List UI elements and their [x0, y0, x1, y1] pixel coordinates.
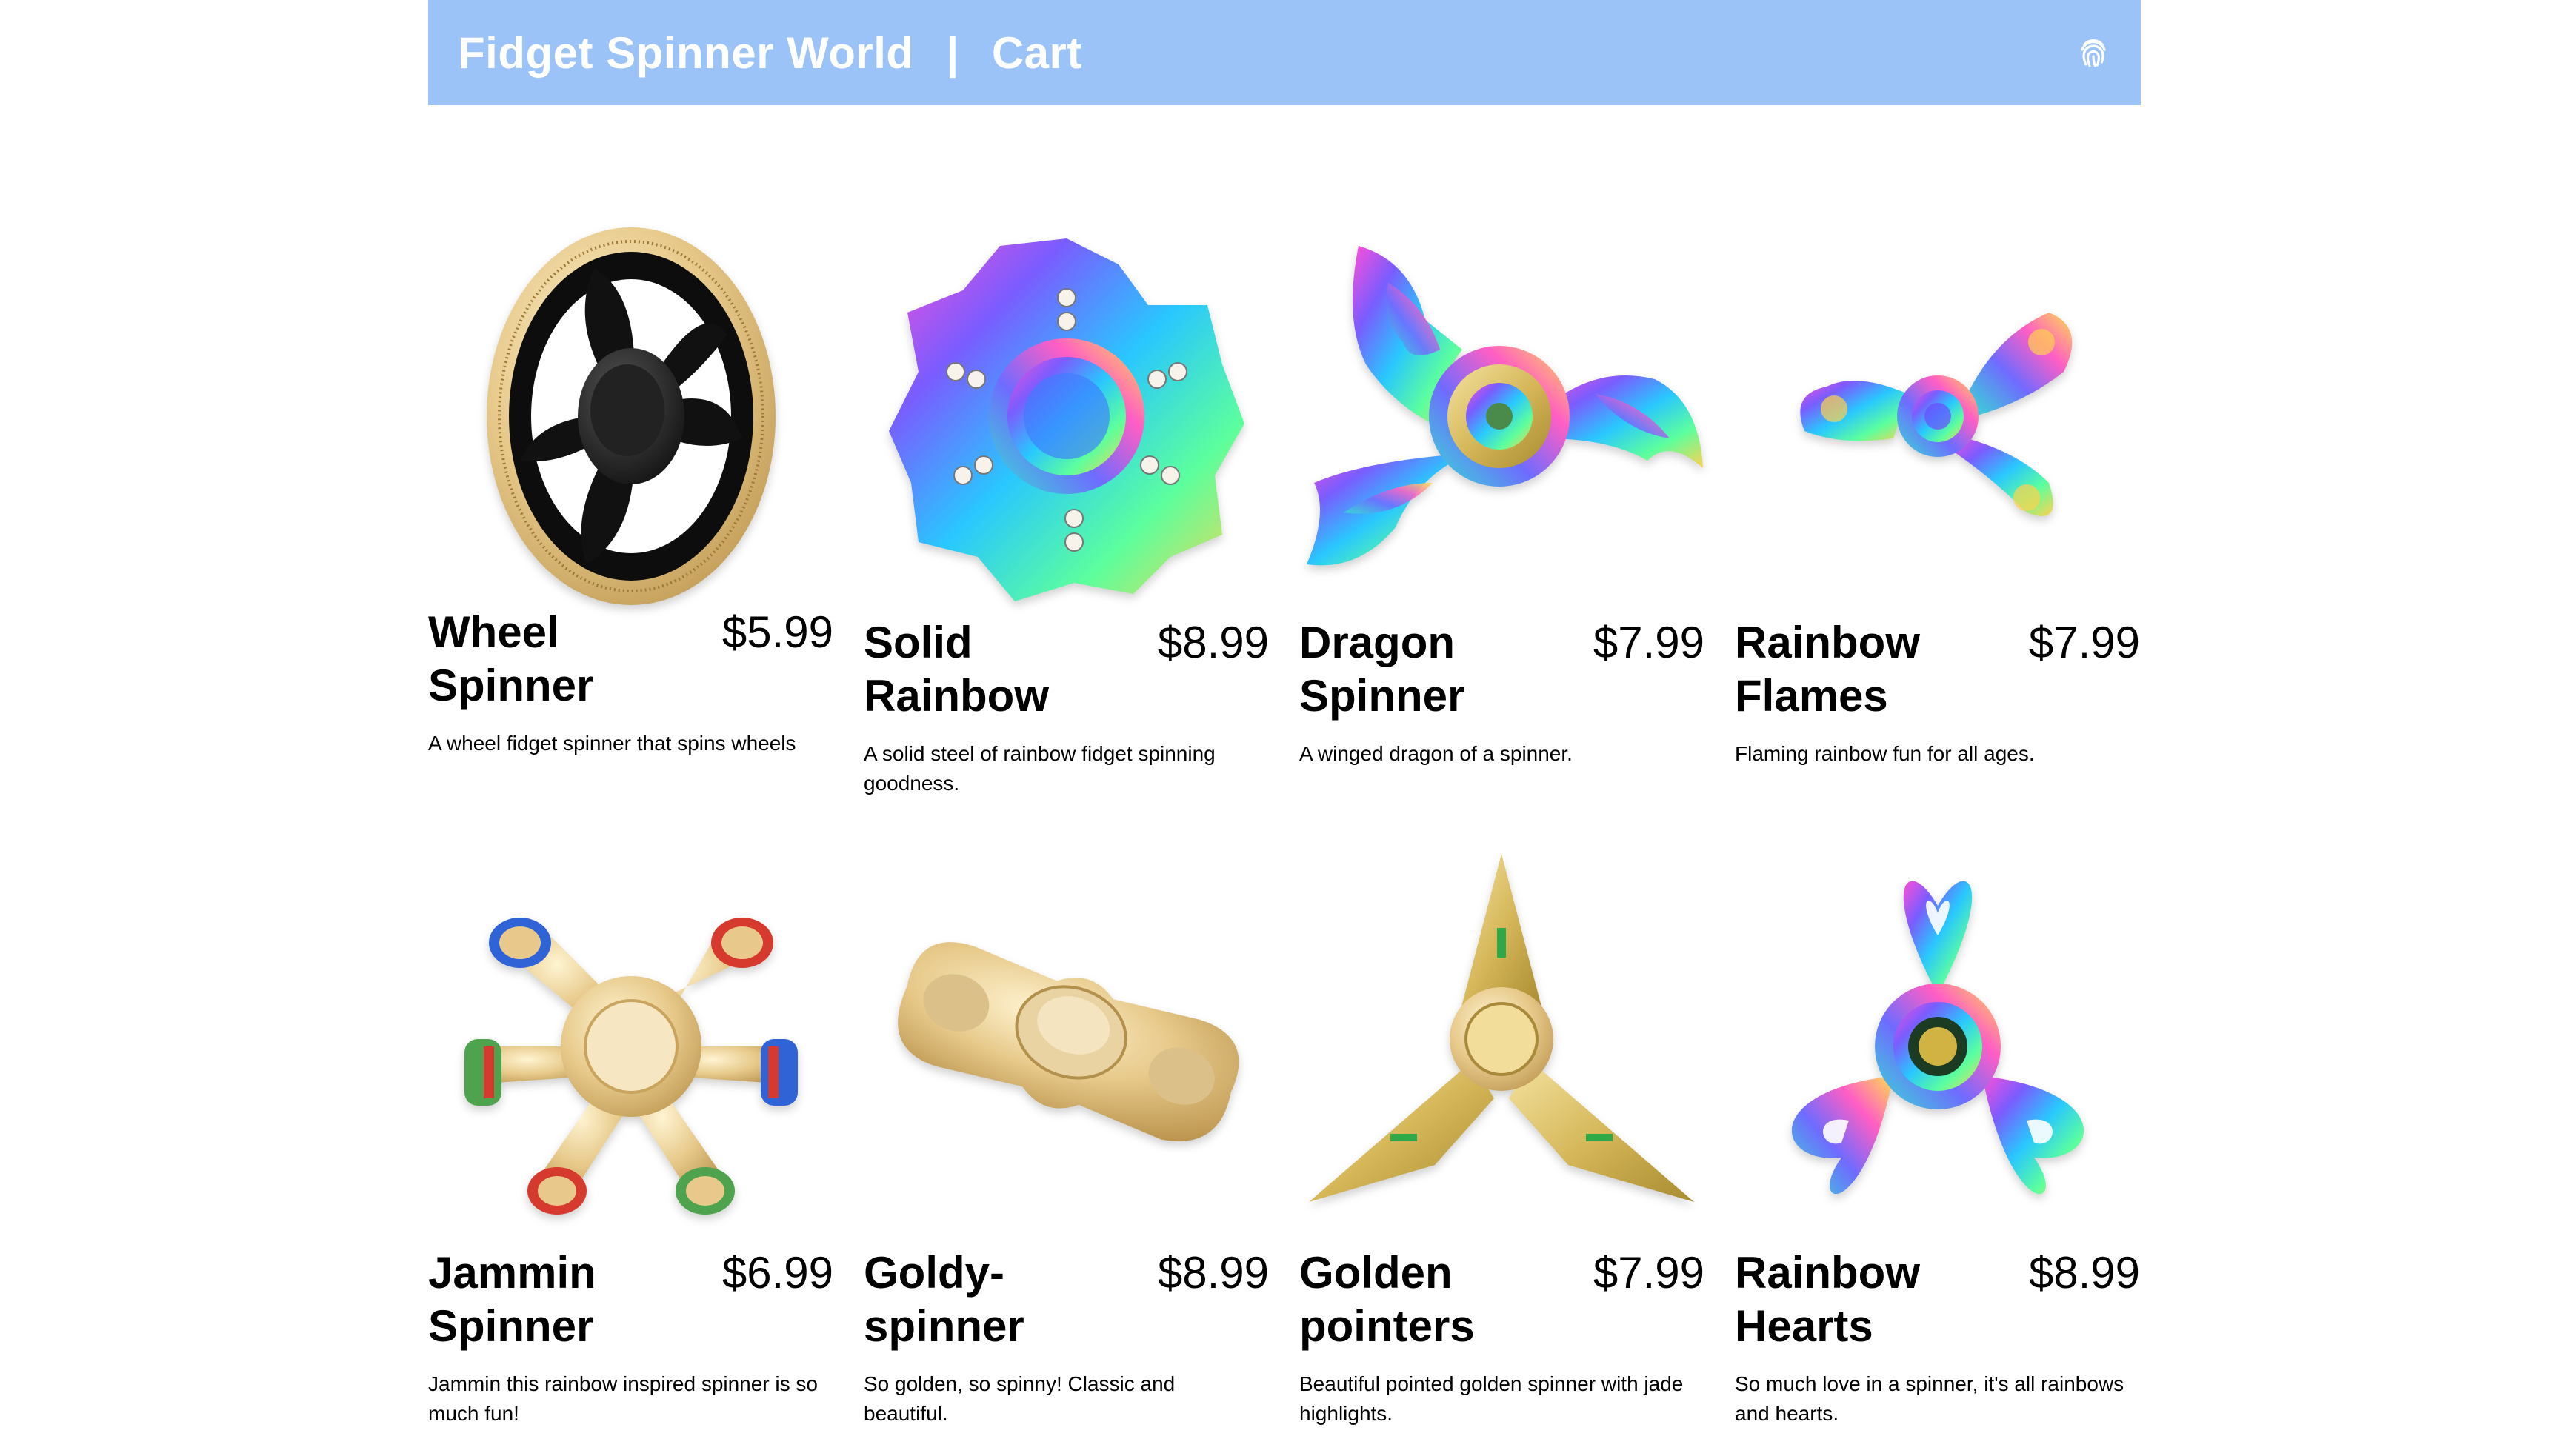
- title-separator: |: [946, 27, 959, 78]
- product-description: Jammin this rainbow inspired spinner is …: [428, 1372, 818, 1425]
- product-name[interactable]: Dragon Spinner: [1299, 616, 1544, 723]
- product-name[interactable]: Goldy-spinner: [864, 1246, 1108, 1353]
- product-description: A wheel fidget spinner that spins wheels: [428, 732, 796, 755]
- product-card: Dragon Spinner $7.99 A winged dragon of …: [1299, 216, 1704, 842]
- brand: Fidget Spinner World | Cart: [458, 27, 1082, 79]
- product-description: A winged dragon of a spinner.: [1299, 742, 1573, 765]
- jammin-spinner-image[interactable]: [428, 846, 833, 1246]
- product-description: Beautiful pointed golden spinner with ja…: [1299, 1372, 1684, 1425]
- solid-rainbow-image[interactable]: [864, 216, 1269, 616]
- product-name[interactable]: Rainbow Flames: [1735, 616, 1979, 723]
- product-price: $6.99: [721, 1248, 833, 1298]
- fingerprint-icon[interactable]: [2076, 35, 2111, 70]
- product-name[interactable]: Golden pointers: [1299, 1246, 1544, 1353]
- golden-pointers-image[interactable]: [1299, 846, 1704, 1246]
- page-container: Fidget Spinner World | Cart Wheel Spinne…: [428, 0, 2141, 1425]
- product-price: $7.99: [1593, 1248, 1704, 1298]
- product-price: $8.99: [1157, 1248, 1269, 1298]
- product-description: Flaming rainbow fun for all ages.: [1735, 742, 2035, 765]
- product-card: Goldy-spinner $8.99 So golden, so spinny…: [864, 846, 1269, 1425]
- product-card: Rainbow Flames $7.99 Flaming rainbow fun…: [1735, 216, 2140, 842]
- product-description: A solid steel of rainbow fidget spinning…: [864, 742, 1216, 795]
- product-name[interactable]: Rainbow Hearts: [1735, 1246, 1979, 1353]
- product-name[interactable]: Jammin Spinner: [428, 1246, 673, 1353]
- product-price: $8.99: [2028, 1248, 2140, 1298]
- rainbow-hearts-image[interactable]: [1735, 846, 2140, 1246]
- product-description: So much love in a spinner, it's all rain…: [1735, 1372, 2124, 1425]
- product-price: $7.99: [2028, 618, 2140, 667]
- product-description: So golden, so spinny! Classic and beauti…: [864, 1372, 1176, 1425]
- product-name[interactable]: Wheel Spinner: [428, 606, 673, 712]
- product-name[interactable]: Solid Rainbow: [864, 616, 1108, 723]
- site-header: Fidget Spinner World | Cart: [428, 0, 2141, 105]
- rainbow-flames-image[interactable]: [1735, 216, 2140, 616]
- product-price: $7.99: [1593, 618, 1704, 667]
- product-grid-row-1: Wheel Spinner $5.99 A wheel fidget spinn…: [428, 216, 2141, 842]
- product-card: Wheel Spinner $5.99 A wheel fidget spinn…: [428, 216, 833, 842]
- product-card: Golden pointers $7.99 Beautiful pointed …: [1299, 846, 1704, 1425]
- product-price: $8.99: [1157, 618, 1269, 667]
- goldy-spinner-image[interactable]: [864, 846, 1269, 1246]
- product-card: Jammin Spinner $6.99 Jammin this rainbow…: [428, 846, 833, 1425]
- wheel-spinner-image[interactable]: [428, 216, 833, 616]
- dragon-spinner-image[interactable]: [1299, 216, 1704, 616]
- site-title-link[interactable]: Fidget Spinner World: [458, 27, 914, 79]
- product-card: Solid Rainbow $8.99 A solid steel of rai…: [864, 216, 1269, 842]
- cart-link[interactable]: Cart: [992, 27, 1082, 79]
- product-grid-row-2: Jammin Spinner $6.99 Jammin this rainbow…: [428, 846, 2141, 1425]
- product-card: Rainbow Hearts $8.99 So much love in a s…: [1735, 846, 2140, 1425]
